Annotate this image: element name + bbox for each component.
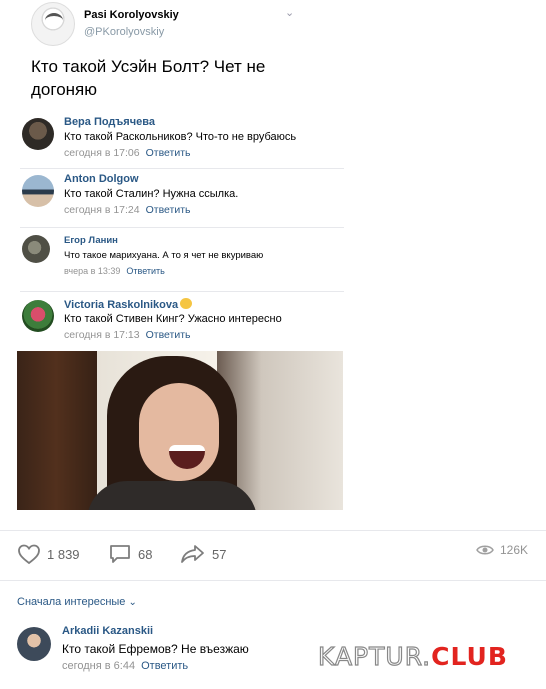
avatar[interactable] xyxy=(22,175,54,207)
divider xyxy=(20,227,344,228)
comment-meta: сегодня в 17:13 Ответить xyxy=(64,329,191,341)
comment-text: Кто такой Ефремов? Не въезжаю xyxy=(62,642,249,656)
comment-author[interactable]: Victoria Raskolnikova xyxy=(64,298,193,311)
comment-author[interactable]: Егор Ланин xyxy=(64,235,118,246)
comment-author-name[interactable]: Victoria Raskolnikova xyxy=(64,299,178,311)
comment-meta: сегодня в 17:06 Ответить xyxy=(64,147,191,159)
comment-author[interactable]: Arkadii Kazanskii xyxy=(62,625,153,637)
watermark-part1: KAPTUR. xyxy=(317,641,432,671)
comment-time: сегодня в 6:44 xyxy=(62,660,136,672)
comment-text: Кто такой Раскольников? Что-то не врубаю… xyxy=(64,131,297,143)
sort-dropdown[interactable]: Сначала интересные ⌄ xyxy=(17,596,137,608)
photo-shirt xyxy=(87,481,257,510)
comment-button[interactable]: 68 xyxy=(108,543,152,565)
reply-link[interactable]: Ответить xyxy=(141,660,188,672)
avatar[interactable] xyxy=(17,627,51,661)
comment-meta: сегодня в 6:44 Ответить xyxy=(62,660,188,672)
comment-author[interactable]: Anton Dolgow xyxy=(64,173,139,185)
eye-icon xyxy=(476,545,494,555)
separator xyxy=(0,530,546,531)
reply-link[interactable]: Ответить xyxy=(146,147,191,159)
comment-time: вчера в 13:39 xyxy=(64,266,121,276)
reply-link[interactable]: Ответить xyxy=(126,266,164,276)
comment-icon xyxy=(110,545,130,563)
reply-link[interactable]: Ответить xyxy=(146,329,191,341)
comment-time: сегодня в 17:24 xyxy=(64,204,140,216)
comment-time: сегодня в 17:06 xyxy=(64,147,140,159)
views-count: 126K xyxy=(500,543,529,557)
tweet-display-name[interactable]: Pasi Korolyovskiy xyxy=(84,9,179,21)
tweet-author-avatar[interactable] xyxy=(31,2,75,46)
divider xyxy=(20,168,344,169)
chevron-down-icon[interactable]: ⌄ xyxy=(285,6,294,19)
watermark-logo: KAPTUR.CLUB xyxy=(317,641,508,671)
divider xyxy=(20,291,344,292)
comment-text: Кто такой Сталин? Нужна ссылка. xyxy=(64,188,239,200)
tweet-text: Кто такой Усэйн Болт? Чет не догоняю xyxy=(31,57,266,99)
comment-meta: сегодня в 17:24 Ответить xyxy=(64,204,191,216)
sort-label: Сначала интересные xyxy=(17,596,126,608)
comment-meta: вчера в 13:39 Ответить xyxy=(64,266,165,276)
share-icon xyxy=(181,545,204,563)
comment-author[interactable]: Вера Подъячева xyxy=(64,116,155,128)
avatar[interactable] xyxy=(22,118,54,150)
heart-icon xyxy=(18,544,40,565)
like-count: 1 839 xyxy=(47,546,80,562)
comment-text: Что такое марихуана. А то я чет не вкури… xyxy=(64,250,264,261)
share-button[interactable]: 57 xyxy=(180,543,226,565)
like-button[interactable]: 1 839 xyxy=(17,543,80,565)
comment-text: Кто такой Стивен Кинг? Ужасно интересно xyxy=(64,313,282,325)
comment-count: 68 xyxy=(138,546,153,562)
share-count: 57 xyxy=(212,546,227,562)
chevron-down-icon: ⌄ xyxy=(128,597,137,608)
comment-time: сегодня в 17:13 xyxy=(64,329,140,341)
reply-link[interactable]: Ответить xyxy=(146,204,191,216)
watermark-part2: CLUB xyxy=(431,642,508,671)
avatar[interactable] xyxy=(22,300,54,332)
separator xyxy=(0,580,546,581)
tweet-handle[interactable]: @PKorolyovskiy xyxy=(84,26,164,38)
emoji-icon xyxy=(180,298,193,309)
avatar[interactable] xyxy=(22,235,50,263)
post-photo[interactable] xyxy=(17,351,343,510)
views-counter: 126K xyxy=(476,543,528,557)
